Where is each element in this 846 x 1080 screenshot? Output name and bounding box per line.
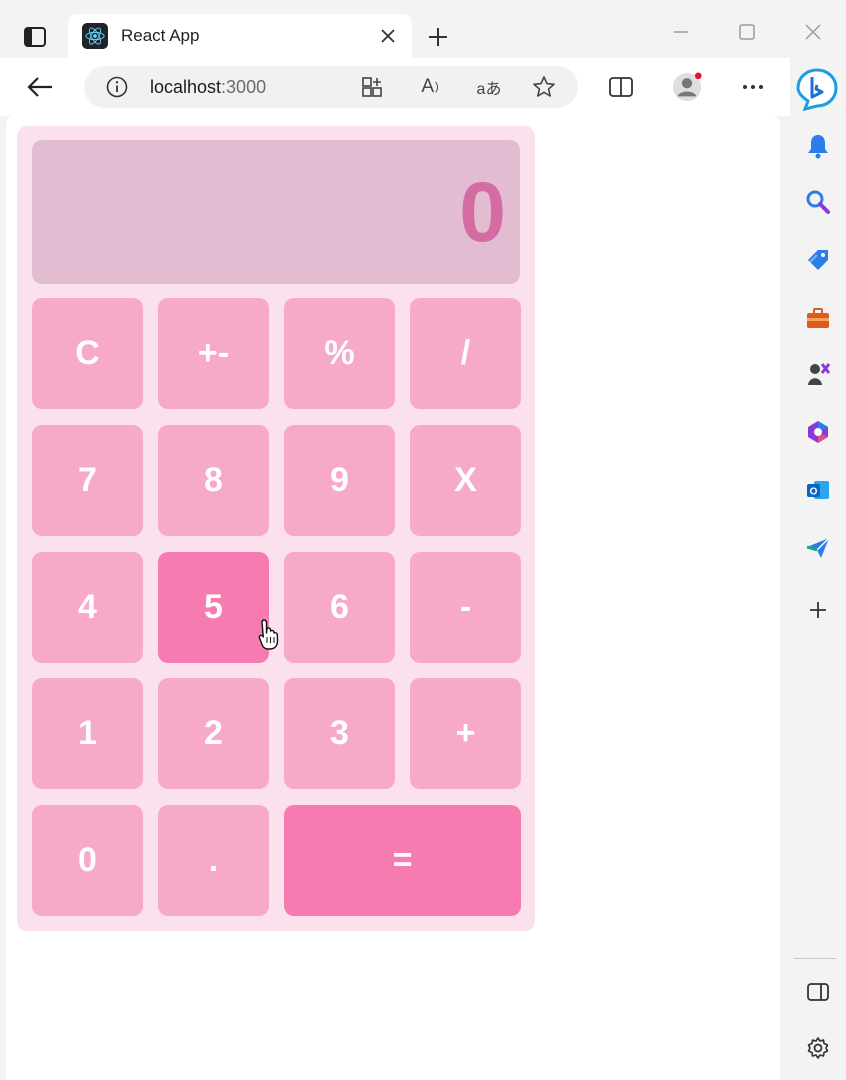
digit-6-button[interactable]: 6 <box>284 552 395 663</box>
edge-sidebar: O <box>790 58 846 1080</box>
apps-icon[interactable] <box>360 75 384 99</box>
send-icon[interactable] <box>798 528 838 568</box>
profile-icon[interactable] <box>672 72 702 102</box>
percent-button[interactable]: % <box>284 298 395 409</box>
add-button[interactable]: + <box>410 678 521 789</box>
bing-copilot-icon[interactable] <box>794 66 840 112</box>
read-aloud-glyph: A <box>421 76 434 97</box>
translate-glyph: aあ <box>476 81 502 98</box>
svg-text:O: O <box>810 487 818 498</box>
digit-5-button[interactable]: 5 <box>158 552 269 663</box>
display-value: 0 <box>459 165 506 259</box>
microsoft365-icon[interactable] <box>798 412 838 452</box>
shopping-tag-icon[interactable] <box>798 240 838 280</box>
digit-0-button[interactable]: 0 <box>32 805 143 916</box>
sidebar-toggle-icon[interactable] <box>798 972 838 1012</box>
divide-button[interactable]: / <box>410 298 521 409</box>
star-icon[interactable] <box>532 75 556 99</box>
digit-7-button[interactable]: 7 <box>32 425 143 536</box>
bell-icon[interactable] <box>798 126 838 166</box>
browser-toolbar: localhost:3000 A) aあ <box>0 58 846 116</box>
multiply-button[interactable]: X <box>410 425 521 536</box>
tab-close-icon[interactable] <box>378 26 398 46</box>
digit-8-button[interactable]: 8 <box>158 425 269 536</box>
settings-icon[interactable] <box>798 1028 838 1068</box>
new-tab-icon[interactable] <box>424 23 452 51</box>
outlook-icon[interactable]: O <box>798 470 838 510</box>
digit-3-button[interactable]: 3 <box>284 678 395 789</box>
url-host: localhost <box>150 77 222 97</box>
minimize-icon[interactable] <box>664 18 698 46</box>
calculator-display: 0 <box>32 140 520 284</box>
search-icon[interactable] <box>798 182 838 222</box>
address-bar[interactable]: localhost:3000 A) aあ <box>84 66 578 108</box>
translate-icon[interactable]: aあ <box>474 75 504 99</box>
tools-icon[interactable] <box>798 298 838 338</box>
add-icon[interactable] <box>798 590 838 630</box>
clear-button[interactable]: C <box>32 298 143 409</box>
sign-toggle-button[interactable]: +- <box>158 298 269 409</box>
read-aloud-icon[interactable]: A) <box>418 75 442 99</box>
url-text[interactable]: localhost:3000 <box>150 77 266 98</box>
back-arrow-icon[interactable] <box>24 72 56 102</box>
games-icon[interactable] <box>798 354 838 394</box>
subtract-button[interactable]: - <box>410 552 521 663</box>
tab-title: React App <box>121 26 200 45</box>
react-logo-icon <box>82 23 108 49</box>
tab-actions-icon[interactable] <box>20 24 50 50</box>
sidebar-divider <box>794 958 836 959</box>
digit-1-button[interactable]: 1 <box>32 678 143 789</box>
hand-cursor-icon <box>258 618 280 652</box>
digit-4-button[interactable]: 4 <box>32 552 143 663</box>
maximize-icon[interactable] <box>730 18 764 46</box>
decimal-button[interactable]: . <box>158 805 269 916</box>
browser-tab[interactable]: React App <box>68 14 412 58</box>
split-screen-icon[interactable] <box>606 72 636 102</box>
url-port: :3000 <box>221 77 267 97</box>
info-icon[interactable] <box>106 76 128 98</box>
window-close-icon[interactable] <box>796 18 830 46</box>
more-icon[interactable] <box>738 72 768 102</box>
digit-9-button[interactable]: 9 <box>284 425 395 536</box>
title-bar: React App <box>0 0 846 66</box>
digit-2-button[interactable]: 2 <box>158 678 269 789</box>
equals-button[interactable]: = <box>284 805 521 916</box>
calculator: 0 C +- % / 7 8 9 X 4 5 6 - 1 2 3 + 0 . = <box>17 126 535 931</box>
